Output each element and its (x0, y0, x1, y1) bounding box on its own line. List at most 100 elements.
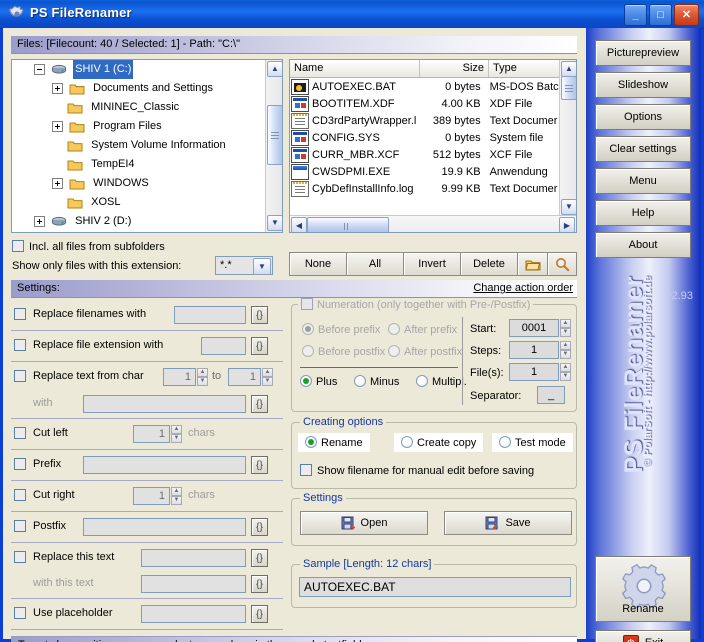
creating-option-rename[interactable]: Rename (298, 433, 370, 452)
replace-with-input[interactable] (83, 395, 246, 413)
start-input[interactable]: 0001 (509, 319, 559, 337)
rename-button[interactable]: Rename (595, 556, 691, 622)
radio-before-prefix[interactable] (302, 323, 314, 335)
column-header-size[interactable]: Size (420, 60, 490, 77)
stepper-up-icon[interactable]: ▲ (171, 487, 182, 496)
stepper-up-icon[interactable]: ▲ (171, 425, 182, 434)
rule-replace-extension[interactable]: Replace file extension with {} (11, 331, 283, 361)
start-stepper[interactable]: ▲ ▼ (560, 319, 571, 337)
numeration-multipl-option[interactable]: Multipl. (416, 375, 467, 388)
numeration-plus-option[interactable]: Plus (300, 375, 337, 388)
scrollbar-thumb[interactable] (561, 76, 576, 100)
cut-left-checkbox[interactable] (14, 427, 26, 439)
tree-item-program-files[interactable]: Program Files (12, 117, 267, 136)
table-row[interactable]: CONFIG.SYS 0 bytes System file (290, 129, 560, 146)
replace-to-char-stepper[interactable]: ▲ ▼ (262, 368, 273, 386)
column-header-type[interactable]: Type (489, 60, 561, 77)
rule-use-placeholder[interactable]: Use placeholder {} (11, 599, 283, 629)
table-row[interactable]: CybDefInstallInfo.log 9.99 KB Text Docum… (290, 180, 560, 197)
radio-multipl[interactable] (416, 375, 428, 387)
prefix-checkbox[interactable] (14, 458, 26, 470)
sidebar-item-picturepreview[interactable]: Picturepreview (595, 40, 691, 66)
radio-after-prefix[interactable] (388, 323, 400, 335)
numeration-checkbox[interactable] (301, 298, 313, 310)
tree-item-documents-and-settings[interactable]: Documents and Settings (12, 79, 267, 98)
rule-replace-with[interactable]: with {} (11, 392, 283, 418)
replace-filenames-input[interactable] (174, 306, 246, 324)
steps-input[interactable]: 1 (509, 341, 559, 359)
numeration-minus-option[interactable]: Minus (354, 375, 399, 388)
tree-vertical-scrollbar[interactable]: ▲ ▼ (265, 60, 282, 232)
replace-extension-input[interactable] (201, 337, 246, 355)
radio-rename[interactable] (305, 436, 317, 448)
table-row[interactable]: CURR_MBR.XCF 512 bytes XCF File (290, 146, 560, 163)
sidebar-item-menu[interactable]: Menu (595, 168, 691, 194)
numeration-after-postfix-option[interactable]: After postfix (388, 345, 462, 358)
rule-replace-this-text[interactable]: Replace this text {} (11, 543, 283, 572)
stepper-down-icon[interactable]: ▼ (171, 496, 182, 505)
separator-input[interactable]: _ (537, 386, 565, 404)
tree-item-system-volume-information[interactable]: System Volume Information (12, 136, 267, 155)
minimize-button[interactable]: _ (624, 4, 647, 26)
numeration-before-postfix-option[interactable]: Before postfix (302, 345, 385, 358)
cut-right-checkbox[interactable] (14, 489, 26, 501)
stepper-up-icon[interactable]: ▲ (197, 368, 208, 377)
table-row[interactable]: CD3rdPartyWrapper.log 389 bytes Text Doc… (290, 112, 560, 129)
replace-extension-braces-button[interactable]: {} (251, 337, 268, 355)
stepper-down-icon[interactable]: ▼ (197, 377, 208, 386)
rule-prefix[interactable]: Prefix {} (11, 450, 283, 480)
tree-item-xosl[interactable]: XOSL (12, 193, 267, 212)
replace-to-char-input[interactable]: 1 (228, 368, 261, 386)
sidebar-item-clear-settings[interactable]: Clear settings (595, 136, 691, 162)
tree-item-mininec-classic[interactable]: MININEC_Classic (12, 98, 267, 117)
rule-cut-right[interactable]: Cut right 1 ▲ ▼ chars (11, 481, 283, 511)
column-header-name[interactable]: Name (290, 60, 421, 77)
expand-toggle-icon[interactable] (52, 121, 63, 132)
rule-replace-filenames[interactable]: Replace filenames with {} (11, 300, 283, 330)
prefix-input[interactable] (83, 456, 246, 474)
replace-from-char-checkbox[interactable] (14, 370, 26, 382)
with-this-text-braces-button[interactable]: {} (251, 575, 268, 593)
use-placeholder-braces-button[interactable]: {} (251, 605, 268, 623)
replace-from-char-stepper[interactable]: ▲ ▼ (197, 368, 208, 386)
tree-item-shiv1[interactable]: SHIV 1 (C:) (12, 60, 267, 79)
tree-item-tempei4[interactable]: TempEI4 (12, 155, 267, 174)
creating-option-create-copy[interactable]: Create copy (394, 433, 484, 452)
rule-replace-from-char[interactable]: Replace text from char 1 ▲ ▼ to 1 ▲ ▼ (11, 362, 283, 392)
postfix-checkbox[interactable] (14, 520, 26, 532)
delete-button[interactable]: Delete (460, 252, 517, 276)
manual-edit-checkbox[interactable] (300, 464, 312, 476)
replace-this-text-input[interactable] (141, 549, 246, 567)
cut-right-input[interactable]: 1 (133, 487, 170, 505)
creating-option-test-mode[interactable]: Test mode (492, 433, 573, 452)
radio-before-postfix[interactable] (302, 345, 314, 357)
stepper-up-icon[interactable]: ▲ (560, 341, 571, 350)
files-stepper[interactable]: ▲ ▼ (560, 363, 571, 381)
extension-filter-combo[interactable]: *.* ▼ (215, 256, 273, 275)
replace-with-braces-button[interactable]: {} (251, 395, 268, 413)
open-folder-button[interactable] (517, 252, 547, 276)
replace-filenames-checkbox[interactable] (14, 308, 26, 320)
stepper-down-icon[interactable]: ▼ (560, 328, 571, 337)
cut-left-input[interactable]: 1 (133, 425, 170, 443)
sidebar-item-about[interactable]: About (595, 232, 691, 258)
collapse-toggle-icon[interactable] (34, 64, 45, 75)
chevron-down-icon[interactable]: ▼ (253, 258, 271, 275)
prefix-braces-button[interactable]: {} (251, 456, 268, 474)
stepper-down-icon[interactable]: ▼ (560, 372, 571, 381)
replace-this-text-checkbox[interactable] (14, 551, 26, 563)
sidebar-item-help[interactable]: Help (595, 200, 691, 226)
include-subfolders-option[interactable]: Incl. all files from subfolders (12, 240, 165, 253)
replace-from-char-input[interactable]: 1 (163, 368, 196, 386)
tree-item-windows[interactable]: WINDOWS (12, 174, 267, 193)
scroll-up-icon[interactable]: ▲ (561, 61, 576, 77)
rule-with-this-text[interactable]: with this text {} (11, 572, 283, 598)
stepper-down-icon[interactable]: ▼ (262, 377, 273, 386)
maximize-button[interactable]: □ (649, 4, 672, 26)
radio-test-mode[interactable] (499, 436, 511, 448)
exit-button[interactable]: ⏻ Exit (595, 630, 691, 642)
postfix-input[interactable] (83, 518, 246, 536)
table-row[interactable]: AUTOEXEC.BAT 0 bytes MS-DOS Batc (290, 78, 560, 95)
sample-input[interactable]: AUTOEXEC.BAT (299, 577, 571, 597)
table-row[interactable]: CWSDPMI.EXE 19.9 KB Anwendung (290, 163, 560, 180)
